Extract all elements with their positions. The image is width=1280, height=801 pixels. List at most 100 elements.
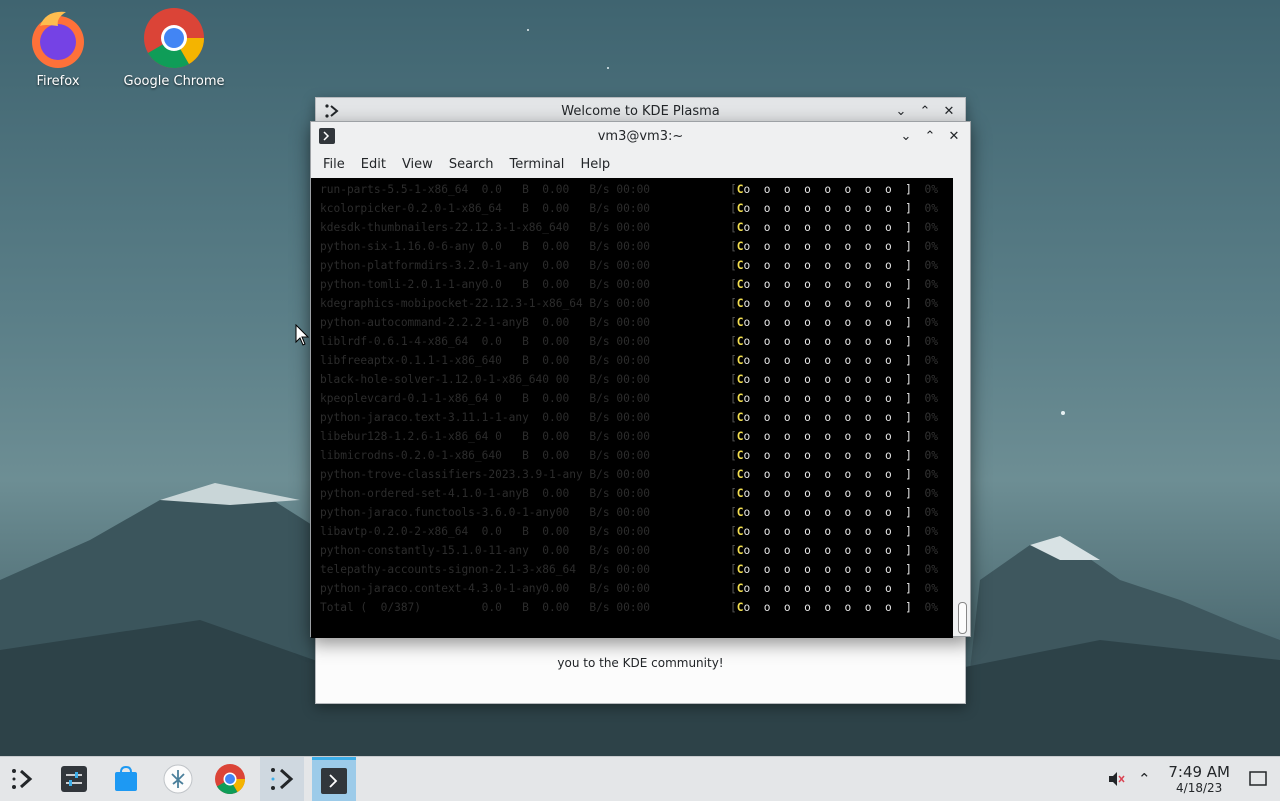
terminal-line-percent: 0% [924,563,938,576]
pacman-icon: C [736,183,744,196]
terminal-line-percent: 0% [924,202,938,215]
volume-muted-icon[interactable] [1102,770,1130,788]
terminal-line-percent: 0% [924,449,938,462]
terminal-line: python-autocommand-2.2.2-1-anyB 0.00 B/s… [311,313,953,332]
scrollbar-thumb[interactable] [958,602,967,634]
pacman-progress-bar: [Co o o o o o o o ] [730,297,912,310]
pacman-icon: C [736,297,744,310]
pacman-progress-bar: [Co o o o o o o o ] [730,506,912,519]
terminal-line-percent: 0% [924,582,938,595]
terminal-line: run-parts-5.5-1-x86_64 0.0 B 0.00 B/s 00… [311,180,953,199]
terminal-line-text: telepathy-accounts-signon-2.1-3-x86_64 B… [320,563,657,576]
pacman-progress-bar: [Co o o o o o o o ] [730,278,912,291]
pacman-icon: C [736,335,744,348]
minimize-icon[interactable]: ⌄ [891,101,911,121]
pacman-icon: C [736,525,744,538]
desktop-icon-firefox[interactable]: Firefox [3,6,113,89]
menu-search[interactable]: Search [441,154,502,175]
pacman-progress-bar: [Co o o o o o o o ] [730,373,912,386]
taskbar-welcome[interactable] [260,757,304,801]
pacman-icon: C [736,544,744,557]
terminal-line-text: libebur128-1.2.6-1-x86_64 0 B 0.00 B/s 0… [320,430,657,443]
tray-expand-chevron-icon[interactable]: ⌃ [1130,770,1158,788]
taskbar-discover[interactable] [104,757,148,801]
maximize-icon[interactable]: ⌃ [915,101,935,121]
terminal-line: black-hole-solver-1.12.0-1-x86_640 00 B/… [311,370,953,389]
terminal-line-percent: 0% [924,525,938,538]
terminal-line-percent: 0% [924,373,938,386]
terminal-line-text: liblrdf-0.6.1-4-x86_64 0.0 B 0.00 B/s 00… [320,335,657,348]
terminal-line: python-jaraco.context-4.3.0-1-any0.00 B/… [311,579,953,598]
pacman-progress-bar: [Co o o o o o o o ] [730,487,912,500]
terminal-line-percent: 0% [924,278,938,291]
pacman-progress-bar: [Co o o o o o o o ] [730,468,912,481]
taskbar-kde-connect[interactable] [156,757,200,801]
terminal-line: python-jaraco.functools-3.6.0-1-any00 B/… [311,503,953,522]
terminal-line-percent: 0% [924,221,938,234]
terminal-line-percent: 0% [924,430,938,443]
show-desktop-icon[interactable] [1244,771,1272,787]
menu-file[interactable]: File [315,154,353,175]
terminal-line-text: python-jaraco.text-3.11.1-1-any 0.00 B/s… [320,411,657,424]
konsole-icon [321,767,347,794]
terminal-line-text: libmicrodns-0.2.0-1-x86_640 B 0.00 B/s 0… [320,449,657,462]
konsole-window[interactable]: vm3@vm3:~ ⌄ ⌃ ✕ File Edit View Search Te… [310,121,971,638]
pacman-icon: C [736,316,744,329]
chrome-icon [144,8,204,69]
pacman-progress-bar: [Co o o o o o o o ] [730,183,912,196]
system-settings-icon [61,766,87,792]
menu-help[interactable]: Help [572,154,618,175]
app-launcher-icon [12,769,33,789]
pacman-icon: C [736,411,744,424]
terminal-line: kdegraphics-mobipocket-22.12.3-1-x86_64 … [311,294,953,313]
terminal-line-text: black-hole-solver-1.12.0-1-x86_640 00 B/… [320,373,657,386]
pacman-icon: C [736,202,744,215]
terminal-line-percent: 0% [924,240,938,253]
terminal-line: kcolorpicker-0.2.0-1-x86_64 B 0.00 B/s 0… [311,199,953,218]
terminal-line: python-six-1.16.0-6-any 0.0 B 0.00 B/s 0… [311,237,953,256]
taskbar-system-settings[interactable] [52,757,96,801]
terminal-line: libmicrodns-0.2.0-1-x86_640 B 0.00 B/s 0… [311,446,953,465]
konsole-titlebar[interactable]: vm3@vm3:~ ⌄ ⌃ ✕ [311,122,970,150]
pacman-progress-bar: [Co o o o o o o o ] [730,449,912,462]
system-tray: ⌃ 7:49 AM 4/18/23 [1102,757,1280,801]
mouse-cursor-icon [295,324,309,346]
terminal-line: kpeoplevcard-0.1-1-x86_64 0 B 0.00 B/s 0… [311,389,953,408]
pacman-progress-bar: [Co o o o o o o o ] [730,601,912,614]
taskbar-chrome[interactable] [208,757,252,801]
pacman-progress-bar: [Co o o o o o o o ] [730,525,912,538]
pacman-icon: C [736,506,744,519]
pacman-progress-bar: [Co o o o o o o o ] [730,316,912,329]
clock-date: 4/18/23 [1176,780,1223,795]
digital-clock[interactable]: 7:49 AM 4/18/23 [1168,762,1230,795]
maximize-icon[interactable]: ⌃ [920,126,940,146]
terminal-line: kdesdk-thumbnailers-22.12.3-1-x86_640 B/… [311,218,953,237]
close-icon[interactable]: ✕ [939,101,959,121]
menu-terminal[interactable]: Terminal [501,154,572,175]
terminal-line: Total ( 0/387) 0.0 B 0.00 B/s 00:00 [Co … [311,598,953,617]
pacman-icon: C [736,582,744,595]
pacman-icon: C [736,487,744,500]
terminal-line-text: python-autocommand-2.2.2-1-anyB 0.00 B/s… [320,316,657,329]
terminal-line: python-jaraco.text-3.11.1-1-any 0.00 B/s… [311,408,953,427]
terminal-line-percent: 0% [924,487,938,500]
terminal-output[interactable]: run-parts-5.5-1-x86_64 0.0 B 0.00 B/s 00… [311,178,953,638]
terminal-line-text: python-constantly-15.1.0-11-any 0.00 B/s… [320,544,657,557]
terminal-line-text: libavtp-0.2.0-2-x86_64 0.0 B 0.00 B/s 00… [320,525,657,538]
terminal-line-text: python-jaraco.context-4.3.0-1-any0.00 B/… [320,582,657,595]
app-launcher-button[interactable] [0,757,44,801]
close-icon[interactable]: ✕ [944,126,964,146]
terminal-line-percent: 0% [924,468,938,481]
clock-time: 7:49 AM [1168,762,1230,781]
menu-view[interactable]: View [394,154,441,175]
terminal-line-text: python-trove-classifiers-2023.3.9-1-any … [320,468,657,481]
menu-edit[interactable]: Edit [353,154,394,175]
minimize-icon[interactable]: ⌄ [896,126,916,146]
terminal-line-text: run-parts-5.5-1-x86_64 0.0 B 0.00 B/s 00… [320,183,657,196]
taskbar-konsole[interactable] [312,757,356,801]
terminal-scrollbar[interactable] [953,178,970,636]
pacman-icon: C [736,601,744,614]
pacman-progress-bar: [Co o o o o o o o ] [730,259,912,272]
desktop-icon-chrome[interactable]: Google Chrome [119,6,229,89]
pacman-icon: C [736,373,744,386]
